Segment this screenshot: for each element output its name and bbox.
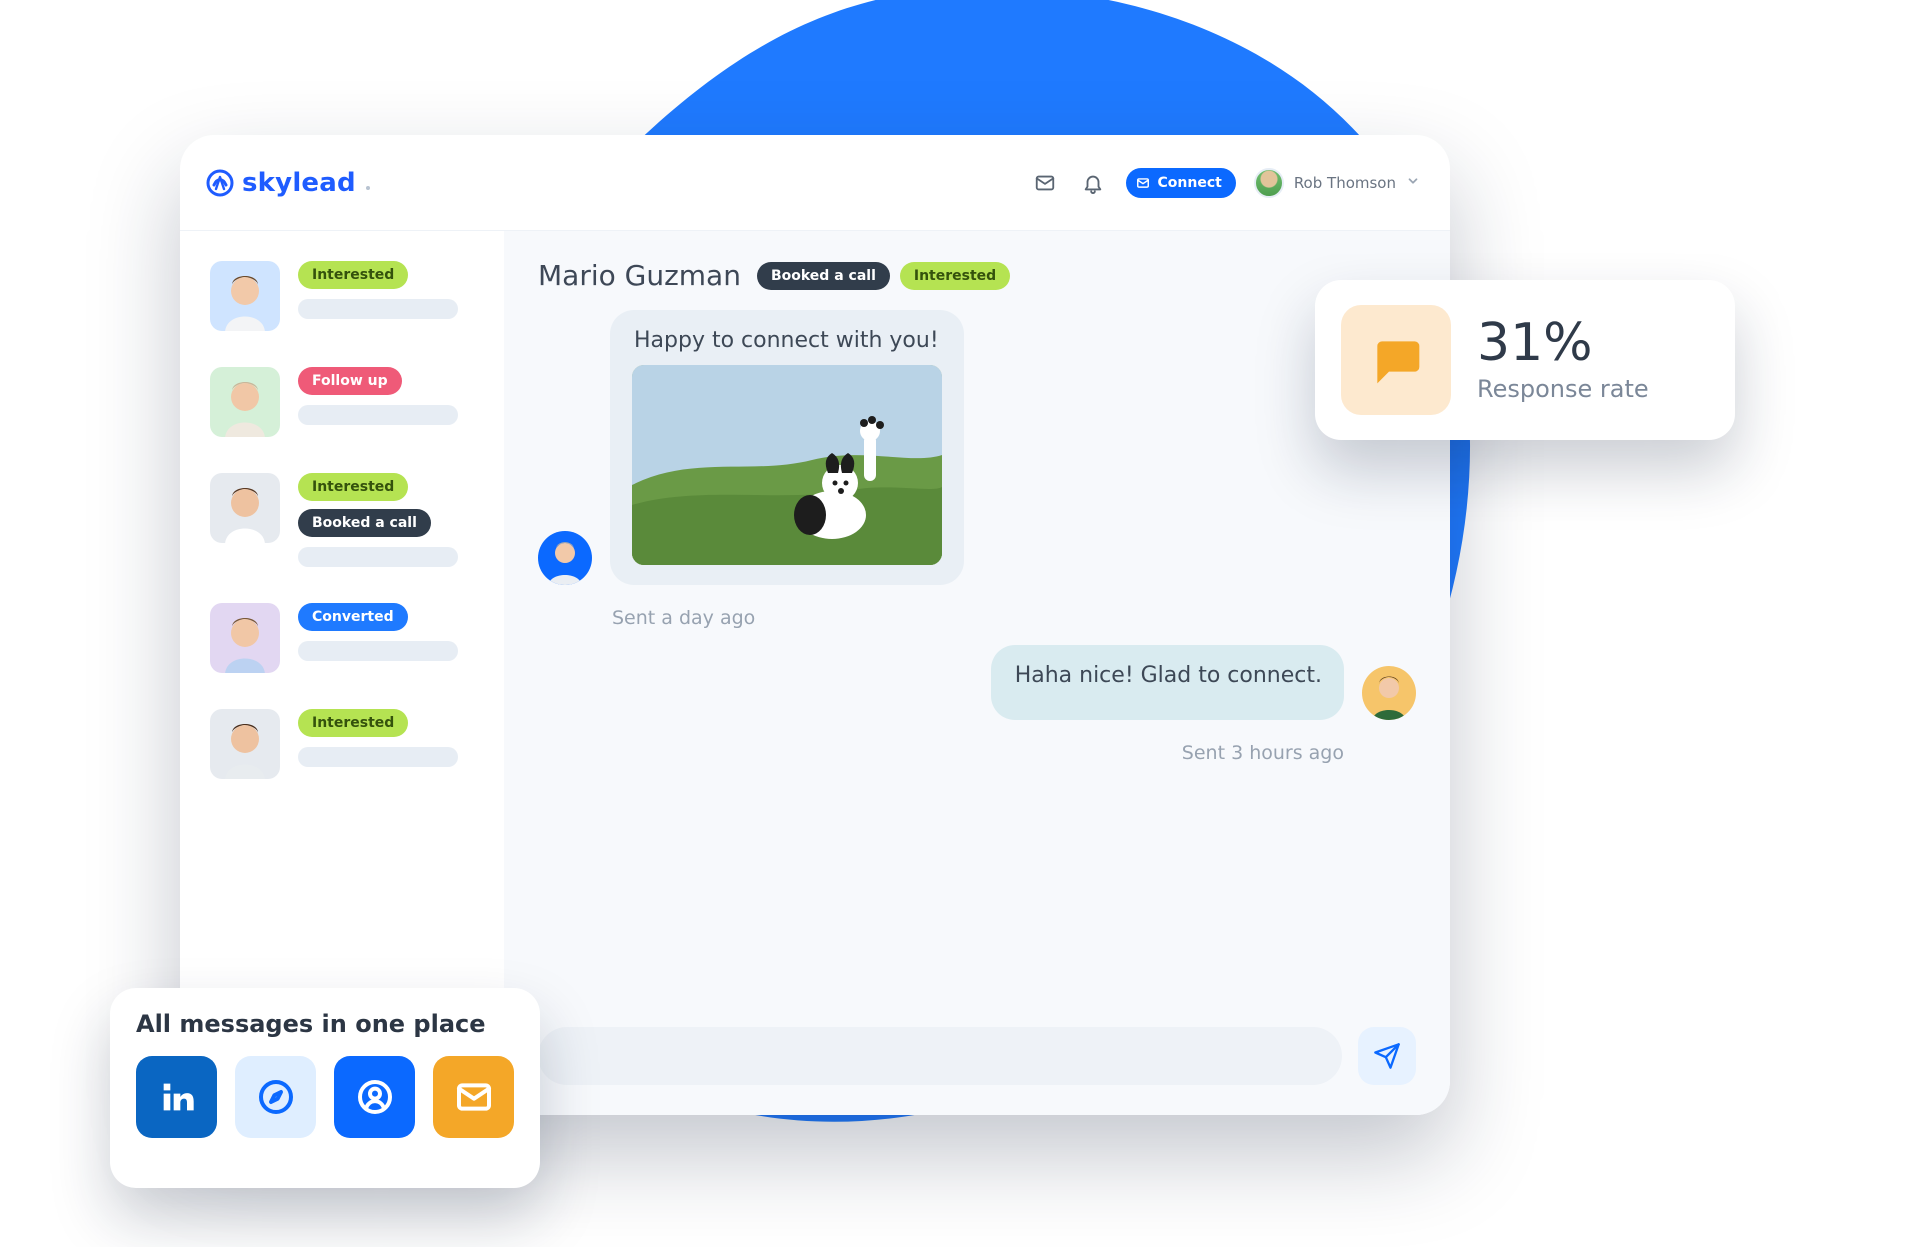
stat-label: Response rate <box>1477 375 1649 403</box>
app-body: Interested Follow up Interested Booked a … <box>180 231 1450 1115</box>
message-bubble: Happy to connect with you! <box>610 310 964 585</box>
message-text: Happy to connect with you! <box>634 328 942 353</box>
tag-dark: Booked a call <box>757 262 890 290</box>
tag-green: Interested <box>298 261 408 289</box>
conversation-item[interactable]: Interested <box>210 709 482 779</box>
conversation-item[interactable]: Follow up <box>210 367 482 437</box>
channels-title: All messages in one place <box>136 1010 514 1038</box>
stat-value: 31% <box>1477 317 1649 369</box>
contact-avatar <box>210 603 280 673</box>
message-bubble: Haha nice! Glad to connect. <box>991 645 1344 720</box>
brand[interactable]: skylead <box>206 168 370 198</box>
contact-avatar <box>210 261 280 331</box>
linkedin-icon[interactable] <box>136 1056 217 1138</box>
chat-contact-name: Mario Guzman <box>538 259 741 292</box>
message-avatar <box>1362 666 1416 720</box>
app-window: skylead Connect Rob T <box>180 135 1450 1115</box>
message-row: Haha nice! Glad to connect. <box>538 645 1416 720</box>
conversation-item[interactable]: Converted <box>210 603 482 673</box>
user-avatar <box>1254 168 1284 198</box>
mail-icon[interactable] <box>433 1056 514 1138</box>
message-composer <box>538 1027 1416 1085</box>
chat-header: Mario Guzman Booked a call Interested <box>538 259 1416 292</box>
preview-placeholder <box>298 747 458 767</box>
brand-logo-icon <box>206 169 234 197</box>
brand-dot <box>366 186 370 190</box>
channels-card: All messages in one place <box>110 988 540 1188</box>
send-button[interactable] <box>1358 1027 1416 1085</box>
connect-button[interactable]: Connect <box>1126 168 1236 198</box>
conversation-item[interactable]: Interested Booked a call <box>210 473 482 567</box>
contact-avatar <box>210 473 280 543</box>
contact-avatar <box>210 709 280 779</box>
person-search-icon[interactable] <box>334 1056 415 1138</box>
connect-button-label: Connect <box>1158 175 1222 191</box>
chat-bubble-icon <box>1341 305 1451 415</box>
user-name: Rob Thomson <box>1294 174 1396 192</box>
message-avatar <box>538 531 592 585</box>
user-menu[interactable]: Rob Thomson <box>1254 168 1420 198</box>
preview-placeholder <box>298 405 458 425</box>
tag-green: Interested <box>900 262 1010 290</box>
chevron-down-icon <box>1406 174 1420 192</box>
message-input[interactable] <box>538 1027 1342 1085</box>
message-meta: Sent a day ago <box>612 607 1416 629</box>
channels-row <box>136 1056 514 1138</box>
message-row: Happy to connect with you! <box>538 310 1416 585</box>
tag-green: Interested <box>298 473 408 501</box>
compass-icon[interactable] <box>235 1056 316 1138</box>
message-text: Haha nice! Glad to connect. <box>1015 663 1322 688</box>
send-icon <box>1373 1042 1401 1070</box>
message-image <box>632 365 942 565</box>
chat-panel: Mario Guzman Booked a call Interested Hap… <box>504 231 1450 1115</box>
preview-placeholder <box>298 641 458 661</box>
message-meta: Sent 3 hours ago <box>1182 742 1344 764</box>
chat-thread: Happy to connect with you! <box>538 310 1416 1027</box>
conversation-item[interactable]: Interested <box>210 261 482 331</box>
tag-red: Follow up <box>298 367 402 395</box>
tag-blue: Converted <box>298 603 408 631</box>
preview-placeholder <box>298 299 458 319</box>
contact-avatar <box>210 367 280 437</box>
tag-dark: Booked a call <box>298 509 431 537</box>
brand-wordmark: skylead <box>242 168 356 198</box>
bell-icon[interactable] <box>1078 168 1108 198</box>
tag-green: Interested <box>298 709 408 737</box>
conversation-list: Interested Follow up Interested Booked a … <box>180 231 504 1115</box>
preview-placeholder <box>298 547 458 567</box>
inbox-icon[interactable] <box>1030 168 1060 198</box>
response-rate-card: 31% Response rate <box>1315 280 1735 440</box>
app-header: skylead Connect Rob T <box>180 135 1450 231</box>
